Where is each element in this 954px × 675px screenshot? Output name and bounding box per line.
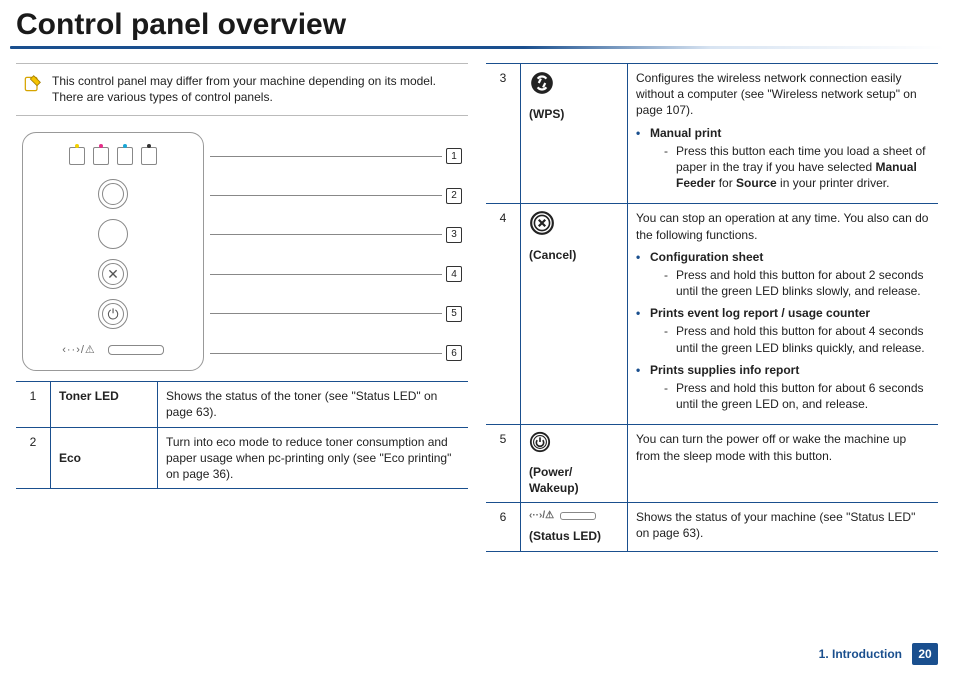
toner-led-magenta: [93, 147, 109, 165]
row-body: Configures the wireless network connecti…: [628, 64, 939, 204]
table-row: 4 (Cancel) You can stop an operation at …: [486, 204, 938, 425]
status-led-icon: ‹··›/⚠: [529, 509, 619, 523]
feature-sub: Press and hold this button for about 2 s…: [650, 267, 930, 299]
row-index: 6: [486, 502, 521, 551]
note-box: This control panel may differ from your …: [16, 63, 468, 116]
chapter-label: 1. Introduction: [819, 647, 902, 661]
wps-button-icon: [98, 219, 128, 249]
feature-sub: Press and hold this button for about 4 s…: [650, 323, 930, 355]
page-title: Control panel overview: [0, 0, 954, 46]
row-body: You can stop an operation at any time. Y…: [628, 204, 939, 425]
row-body: Shows the status of your machine (see "S…: [628, 502, 939, 551]
callout-3: 3: [446, 227, 462, 243]
cancel-icon: [529, 210, 619, 240]
row-body: Turn into eco mode to reduce toner consu…: [158, 427, 469, 489]
note-icon: [22, 74, 42, 92]
feature-sub: Press this button each time you load a s…: [650, 143, 930, 192]
callout-2: 2: [446, 188, 462, 204]
power-icon: [529, 431, 619, 457]
toner-led-cyan: [117, 147, 133, 165]
table-row: 1 Toner LED Shows the status of the tone…: [16, 382, 468, 427]
left-description-table: 1 Toner LED Shows the status of the tone…: [16, 381, 468, 489]
feature-sub: Press and hold this button for about 6 s…: [650, 380, 930, 412]
right-description-table: 3 (WPS) Configures the wireless network …: [486, 63, 938, 552]
feature-title: Configuration sheet: [650, 250, 763, 264]
feature-title: Prints supplies info report: [650, 363, 799, 377]
table-row: 6 ‹··›/⚠ (Status LED) Shows the status o…: [486, 502, 938, 551]
row-label: Toner LED: [51, 382, 158, 427]
row-index: 4: [486, 204, 521, 425]
cancel-button-icon: ✕: [98, 259, 128, 289]
row-body: Shows the status of the toner (see "Stat…: [158, 382, 469, 427]
power-button-icon: ⏻: [98, 299, 128, 329]
two-column-layout: This control panel may differ from your …: [0, 63, 954, 552]
row-label: (WPS): [521, 64, 628, 204]
status-led-bar: [108, 345, 164, 355]
page-footer: 1. Introduction 20: [819, 643, 938, 665]
panel-frame: ✕ ⏻ ‹··›/⚠: [22, 132, 204, 371]
row-label: Eco: [51, 427, 158, 489]
callout-4: 4: [446, 266, 462, 282]
table-row: 3 (WPS) Configures the wireless network …: [486, 64, 938, 204]
row-index: 5: [486, 425, 521, 503]
row-label: (Power/ Wakeup): [521, 425, 628, 503]
row-body: You can turn the power off or wake the m…: [628, 425, 939, 503]
table-row: 2 Eco Turn into eco mode to reduce toner…: [16, 427, 468, 489]
row-index: 3: [486, 64, 521, 204]
callout-5: 5: [446, 306, 462, 322]
toner-led-yellow: [69, 147, 85, 165]
callout-6: 6: [446, 345, 462, 361]
control-panel-diagram: ✕ ⏻ ‹··›/⚠ 1 2 3 4 5 6: [16, 128, 468, 381]
table-row: 5 (Power/ Wakeup) You can turn the power…: [486, 425, 938, 503]
toner-led-black: [141, 147, 157, 165]
status-glyphs: ‹··›/⚠: [62, 343, 96, 356]
left-column: This control panel may differ from your …: [16, 63, 468, 552]
feature-title: Manual print: [650, 126, 721, 140]
eco-button-icon: [98, 179, 128, 209]
toner-led-row: [69, 147, 157, 165]
row-index: 1: [16, 382, 51, 427]
status-led-row: ‹··›/⚠: [33, 343, 193, 356]
row-index: 2: [16, 427, 51, 489]
callout-1: 1: [446, 148, 462, 164]
title-rule: [10, 46, 944, 49]
row-label: ‹··›/⚠ (Status LED): [521, 502, 628, 551]
row-label: (Cancel): [521, 204, 628, 425]
right-column: 3 (WPS) Configures the wireless network …: [486, 63, 938, 552]
note-text: This control panel may differ from your …: [52, 74, 462, 105]
callout-leaders: 1 2 3 4 5 6: [210, 132, 462, 371]
wps-icon: [529, 70, 619, 100]
page-number: 20: [912, 643, 938, 665]
feature-title: Prints event log report / usage counter: [650, 306, 870, 320]
